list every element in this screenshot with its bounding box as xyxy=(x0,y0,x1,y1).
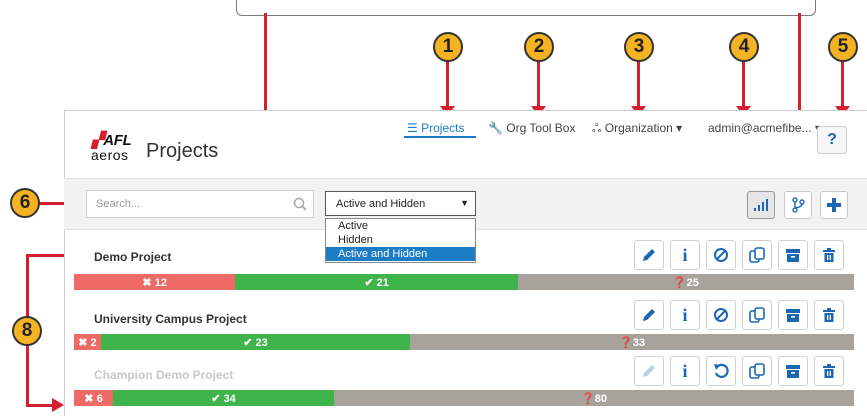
pass-count[interactable]: ✔ 34 xyxy=(113,390,334,406)
unknown-count[interactable]: ❓80 xyxy=(334,390,854,406)
test-results-bar: ✖ 2 ✔ 23 ❓33 xyxy=(74,334,854,350)
sitemap-icon: ஃ xyxy=(592,121,602,135)
nav-organization[interactable]: ஃ Organization ▾ xyxy=(592,121,682,137)
ban-icon xyxy=(713,307,729,323)
callout-2: 2 xyxy=(524,32,554,62)
user-menu[interactable]: admin@acmefibe... ▾ xyxy=(708,121,821,135)
archive-icon xyxy=(785,307,801,323)
fail-count[interactable]: ✖ 6 xyxy=(74,390,113,406)
help-button[interactable]: ? xyxy=(817,126,847,154)
test-results-bar: ✖ 6 ✔ 34 ❓80 xyxy=(74,390,854,406)
info-button[interactable]: i xyxy=(670,240,700,270)
callout-4: 4 xyxy=(729,32,759,62)
signal-bars-icon xyxy=(754,199,768,211)
edit-button[interactable] xyxy=(634,356,664,386)
info-button[interactable]: i xyxy=(670,300,700,330)
fail-count[interactable]: ✖ 12 xyxy=(74,274,236,290)
ban-icon xyxy=(713,247,729,263)
edit-button[interactable] xyxy=(634,240,664,270)
info-icon: i xyxy=(682,360,688,381)
signal-view-button[interactable] xyxy=(747,191,775,219)
option-hidden[interactable]: Hidden xyxy=(326,233,475,247)
copy-button[interactable] xyxy=(742,356,772,386)
code-branch-icon xyxy=(792,197,805,213)
delete-button[interactable] xyxy=(814,240,844,270)
info-icon: i xyxy=(682,244,688,265)
trash-icon xyxy=(821,247,837,263)
unknown-count[interactable]: ❓25 xyxy=(517,274,854,290)
callout-8: 8 xyxy=(12,316,42,346)
archive-button[interactable] xyxy=(778,300,808,330)
copy-button[interactable] xyxy=(742,300,772,330)
nav-projects[interactable]: ☰ Projects xyxy=(407,121,464,135)
copy-button[interactable] xyxy=(742,240,772,270)
page-title: Projects xyxy=(146,140,219,162)
callout-5: 5 xyxy=(828,32,858,62)
status-filter-options: Active Hidden Active and Hidden xyxy=(325,218,476,263)
edit-icon xyxy=(641,307,657,323)
archive-icon xyxy=(785,363,801,379)
edit-icon xyxy=(641,247,657,263)
status-filter-select[interactable]: Active and Hidden ▼ xyxy=(325,191,476,216)
archive-icon xyxy=(785,247,801,263)
trash-icon xyxy=(821,307,837,323)
undo-icon xyxy=(713,363,729,379)
list-icon: ☰ xyxy=(407,121,418,135)
edit-icon xyxy=(641,363,657,379)
delete-button[interactable] xyxy=(814,356,844,386)
option-active-and-hidden[interactable]: Active and Hidden xyxy=(326,247,475,261)
branch-button[interactable] xyxy=(784,191,812,219)
callout-1: 1 xyxy=(433,32,463,62)
fail-count[interactable]: ✖ 2 xyxy=(74,334,101,350)
copy-icon xyxy=(749,247,765,263)
plus-icon xyxy=(827,198,841,212)
pass-count[interactable]: ✔ 21 xyxy=(235,274,518,290)
delete-button[interactable] xyxy=(814,300,844,330)
nav-org-tool-box[interactable]: 🔧 Org Tool Box xyxy=(488,121,575,135)
edit-button[interactable] xyxy=(634,300,664,330)
archive-button[interactable] xyxy=(778,356,808,386)
copy-icon xyxy=(749,307,765,323)
project-name[interactable]: Demo Project xyxy=(94,250,171,264)
info-icon: i xyxy=(682,304,688,325)
copy-icon xyxy=(749,363,765,379)
pass-count[interactable]: ✔ 23 xyxy=(100,334,411,350)
search-icon[interactable] xyxy=(293,197,307,211)
hide-button[interactable] xyxy=(706,300,736,330)
archive-button[interactable] xyxy=(778,240,808,270)
restore-button[interactable] xyxy=(706,356,736,386)
caret-down-icon: ▼ xyxy=(460,198,469,208)
hide-button[interactable] xyxy=(706,240,736,270)
callout-6: 6 xyxy=(10,188,40,218)
info-button[interactable]: i xyxy=(670,356,700,386)
wrench-icon: 🔧 xyxy=(488,121,503,135)
add-project-button[interactable] xyxy=(820,191,848,219)
trash-icon xyxy=(821,363,837,379)
test-results-bar: ✖ 12 ✔ 21 ❓25 xyxy=(74,274,854,290)
unknown-count[interactable]: ❓33 xyxy=(410,334,854,350)
option-active[interactable]: Active xyxy=(326,219,475,233)
nav-active-indicator xyxy=(404,136,476,138)
project-name[interactable]: Champion Demo Project xyxy=(94,368,233,382)
callout-3: 3 xyxy=(624,32,654,62)
search-input[interactable]: Search... xyxy=(86,190,314,218)
aeros-logo: aeros xyxy=(91,147,129,163)
project-name[interactable]: University Campus Project xyxy=(94,312,247,326)
